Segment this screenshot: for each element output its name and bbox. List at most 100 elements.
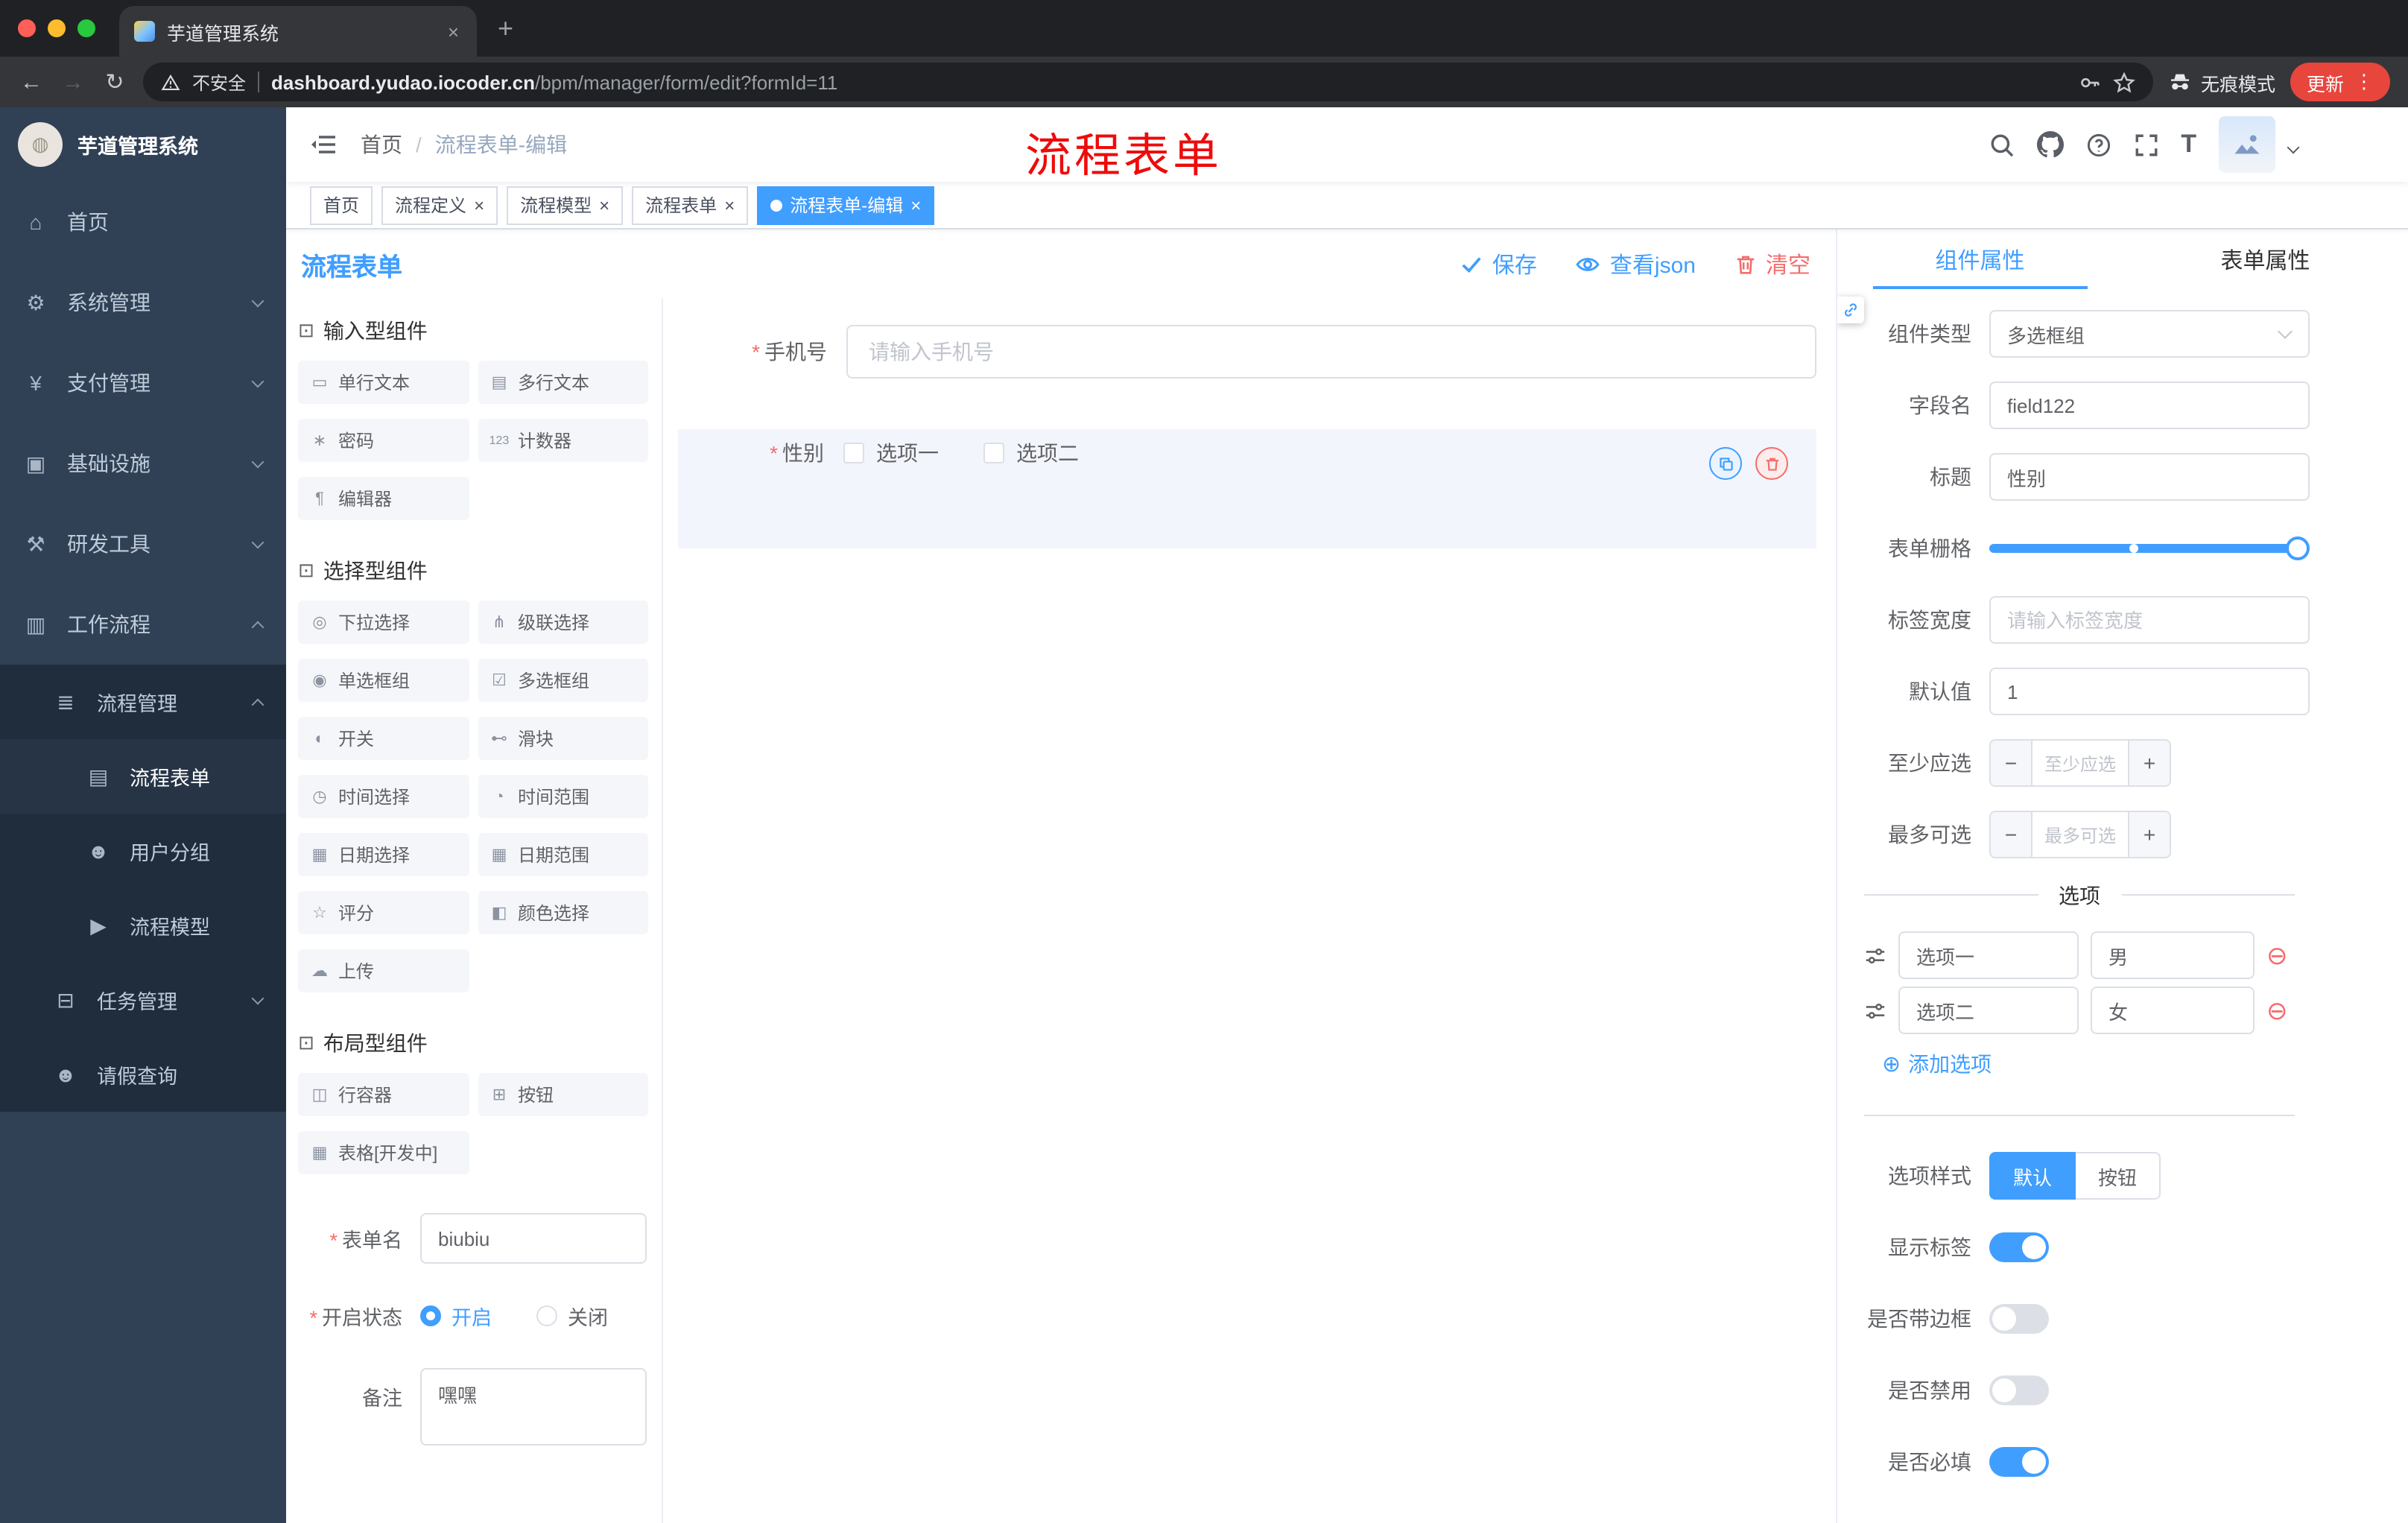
sidebar-item-process-form[interactable]: ▤ 流程表单 xyxy=(0,739,286,814)
delete-field-button[interactable] xyxy=(1755,447,1788,480)
label-width-input[interactable] xyxy=(1989,596,2310,644)
copy-field-button[interactable] xyxy=(1709,447,1742,480)
palette-item-slider[interactable]: ⊷ 滑块 xyxy=(478,717,648,760)
hamburger-icon[interactable] xyxy=(310,131,337,158)
disabled-toggle[interactable] xyxy=(1989,1375,2049,1405)
sidebar-item-home[interactable]: ⌂ 首页 xyxy=(0,182,286,262)
add-option-button[interactable]: ⊕ 添加选项 xyxy=(1882,1049,2408,1079)
decrease-button[interactable]: − xyxy=(1991,812,2032,857)
help-icon[interactable] xyxy=(2085,132,2111,157)
tab-component-props[interactable]: 组件属性 xyxy=(1837,229,2123,289)
tab-close-icon[interactable]: × xyxy=(445,20,462,42)
sidebar-item-devtools[interactable]: ⚒ 研发工具 xyxy=(0,504,286,584)
link-icon[interactable] xyxy=(1837,297,1864,323)
slider-track[interactable] xyxy=(1989,536,2310,560)
option-label-input[interactable] xyxy=(1898,931,2079,979)
palette-item-radio-group[interactable]: ◉ 单选框组 xyxy=(298,659,469,702)
tab-form-props[interactable]: 表单属性 xyxy=(2123,229,2408,289)
view-json-button[interactable]: 查看json xyxy=(1576,248,1696,279)
style-button-button[interactable]: 按钮 xyxy=(2076,1152,2161,1200)
radio-open[interactable]: 开启 xyxy=(420,1301,492,1331)
canvas-field-phone[interactable]: 手机号 xyxy=(678,325,1816,379)
bookmark-star-icon[interactable] xyxy=(2113,71,2135,93)
checkbox-option-2[interactable]: 选项二 xyxy=(983,438,1079,468)
palette-item-counter[interactable]: 123 计数器 xyxy=(478,419,648,462)
avatar[interactable] xyxy=(2219,116,2275,173)
sidebar-item-payment[interactable]: ¥ 支付管理 xyxy=(0,343,286,423)
reload-icon[interactable]: ↻ xyxy=(101,69,128,95)
slider-handle[interactable] xyxy=(2286,536,2310,560)
increase-button[interactable]: + xyxy=(2128,812,2170,857)
browser-menu-dots-icon[interactable]: ⋮ xyxy=(2354,70,2374,94)
min-select-value[interactable]: 至少应选 xyxy=(2032,741,2128,785)
remove-option-icon[interactable]: ⊖ xyxy=(2266,998,2288,1023)
sidebar-item-infrastructure[interactable]: ▣ 基础设施 xyxy=(0,423,286,504)
back-icon[interactable]: ← xyxy=(18,69,45,95)
palette-item-rate[interactable]: ☆ 评分 xyxy=(298,891,469,934)
font-size-icon[interactable]: T xyxy=(2181,130,2196,159)
save-button[interactable]: 保存 xyxy=(1461,248,1537,279)
phone-input[interactable] xyxy=(846,325,1816,379)
tag-process-form-edit[interactable]: 流程表单-编辑 × xyxy=(757,186,935,224)
increase-button[interactable]: + xyxy=(2128,741,2170,785)
sidebar-item-system[interactable]: ⚙ 系统管理 xyxy=(0,262,286,343)
default-value-input[interactable] xyxy=(1989,668,2310,715)
palette-item-date-picker[interactable]: ▦ 日期选择 xyxy=(298,833,469,876)
window-close-button[interactable] xyxy=(18,19,36,37)
palette-item-single-line-text[interactable]: ▭ 单行文本 xyxy=(298,361,469,404)
palette-item-switch[interactable]: ◐ 开关 xyxy=(298,717,469,760)
border-toggle[interactable] xyxy=(1989,1304,2049,1334)
option-value-input[interactable] xyxy=(2091,931,2255,979)
github-icon[interactable] xyxy=(2036,131,2064,158)
password-key-icon[interactable] xyxy=(2079,71,2101,93)
remove-option-icon[interactable]: ⊖ xyxy=(2266,943,2288,968)
sidebar-item-workflow[interactable]: ▥ 工作流程 xyxy=(0,584,286,665)
tag-close-icon[interactable]: × xyxy=(910,196,921,214)
sidebar-item-process-management[interactable]: ≣ 流程管理 xyxy=(0,665,286,739)
sidebar-item-task-management[interactable]: ⊟ 任务管理 xyxy=(0,963,286,1037)
tag-close-icon[interactable]: × xyxy=(599,196,609,214)
style-default-button[interactable]: 默认 xyxy=(1989,1152,2076,1200)
sidebar-item-process-model[interactable]: ▶ 流程模型 xyxy=(0,888,286,963)
form-name-input[interactable] xyxy=(420,1213,647,1264)
palette-item-row-container[interactable]: ◫ 行容器 xyxy=(298,1073,469,1116)
palette-item-dropdown[interactable]: ◎ 下拉选择 xyxy=(298,601,469,644)
title-input[interactable] xyxy=(1989,453,2310,501)
palette-item-color-picker[interactable]: ◧ 颜色选择 xyxy=(478,891,648,934)
component-type-select[interactable]: 多选框组 xyxy=(1989,310,2310,358)
palette-item-upload[interactable]: ☁ 上传 xyxy=(298,949,469,992)
browser-tab[interactable]: 芋道管理系统 × xyxy=(119,6,477,57)
option-value-input[interactable] xyxy=(2091,987,2255,1034)
palette-item-multi-line-text[interactable]: ▤ 多行文本 xyxy=(478,361,648,404)
clear-button[interactable]: 清空 xyxy=(1734,248,1810,279)
tag-process-definition[interactable]: 流程定义 × xyxy=(381,186,498,224)
palette-item-time-range[interactable]: ◔ 时间范围 xyxy=(478,775,648,818)
max-select-value[interactable]: 最多可选 xyxy=(2032,812,2128,857)
radio-closed[interactable]: 关闭 xyxy=(536,1301,608,1331)
sidebar-item-leave-query[interactable]: ☻ 请假查询 xyxy=(0,1037,286,1112)
fullscreen-icon[interactable] xyxy=(2133,132,2158,157)
drag-handle-icon[interactable] xyxy=(1864,999,1886,1022)
palette-item-checkbox-group[interactable]: ☑ 多选框组 xyxy=(478,659,648,702)
palette-item-cascader[interactable]: ⋔ 级联选择 xyxy=(478,601,648,644)
window-minimize-button[interactable] xyxy=(48,19,66,37)
grid-slider[interactable] xyxy=(1989,525,2310,572)
required-toggle[interactable] xyxy=(1989,1447,2049,1477)
show-label-toggle[interactable] xyxy=(1989,1232,2049,1262)
drag-handle-icon[interactable] xyxy=(1864,944,1886,966)
palette-item-table[interactable]: ▦ 表格[开发中] xyxy=(298,1131,469,1174)
palette-item-editor[interactable]: ¶ 编辑器 xyxy=(298,477,469,520)
search-icon[interactable] xyxy=(1989,132,2014,157)
canvas-field-gender-selected[interactable]: 性别 选项一 选项二 xyxy=(678,429,1816,548)
palette-item-date-range[interactable]: ▦ 日期范围 xyxy=(478,833,648,876)
browser-update-button[interactable]: 更新 ⋮ xyxy=(2290,63,2390,101)
option-label-input[interactable] xyxy=(1898,987,2079,1034)
palette-item-password[interactable]: ∗ 密码 xyxy=(298,419,469,462)
field-name-input[interactable] xyxy=(1989,381,2310,429)
address-bar[interactable]: 不安全 dashboard.yudao.iocoder.cn/bpm/manag… xyxy=(143,63,2153,101)
sidebar-item-user-groups[interactable]: ☻ 用户分组 xyxy=(0,814,286,888)
palette-item-time-picker[interactable]: ◷ 时间选择 xyxy=(298,775,469,818)
decrease-button[interactable]: − xyxy=(1991,741,2032,785)
form-canvas[interactable]: 手机号 性别 xyxy=(663,298,1836,1523)
tag-close-icon[interactable]: × xyxy=(724,196,735,214)
